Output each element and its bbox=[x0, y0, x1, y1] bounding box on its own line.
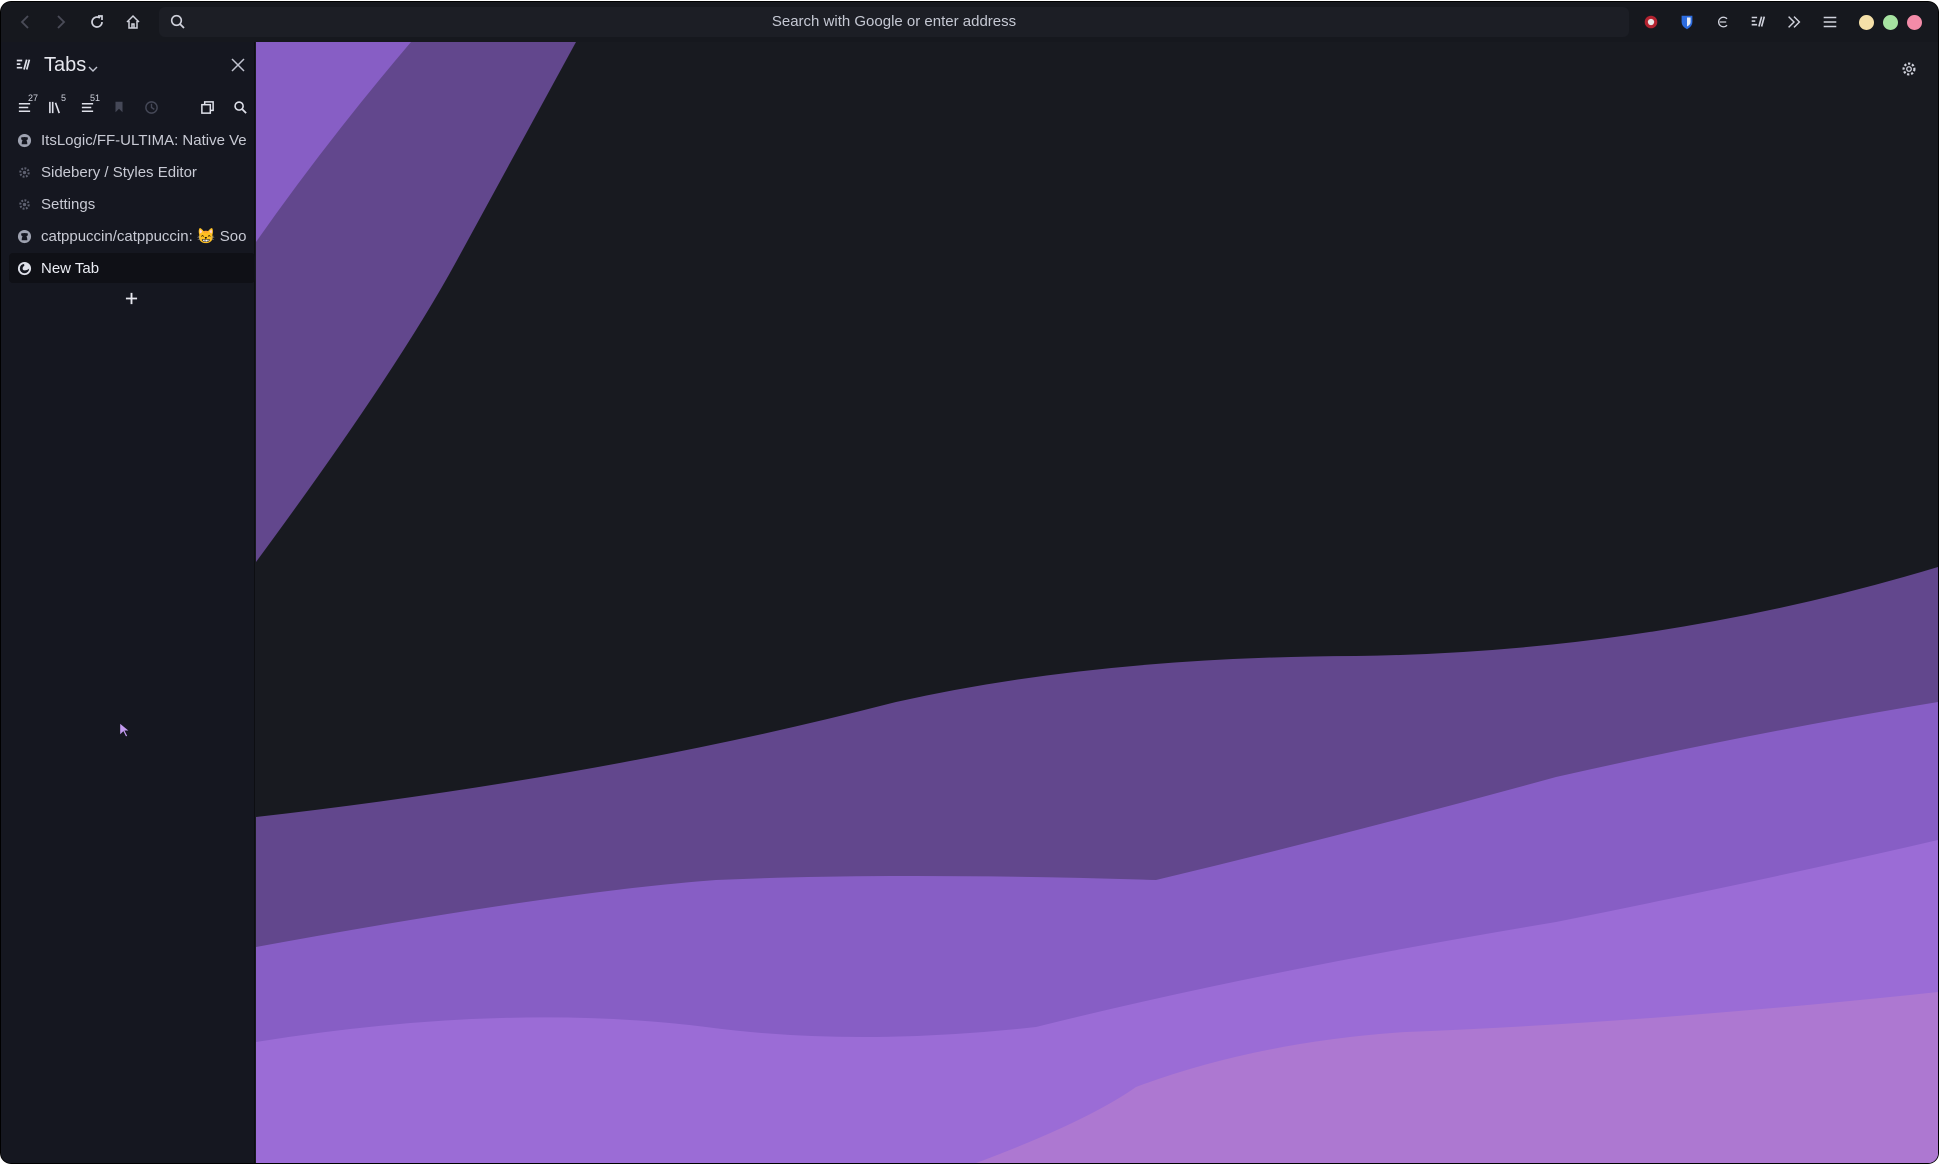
browser-window: Search with Google or enter address Tabs… bbox=[1, 2, 1938, 1163]
tab-item[interactable]: Sidebery / Styles Editor bbox=[9, 157, 255, 187]
forward-button[interactable] bbox=[48, 10, 72, 34]
tab-title: ItsLogic/FF-ULTIMA: Native Ve bbox=[41, 131, 247, 149]
navigation-toolbar: Search with Google or enter address bbox=[1, 2, 1938, 42]
bookmarks-count-badge: 5 bbox=[61, 93, 67, 103]
tab-item[interactable]: ItsLogic/FF-ULTIMA: Native Ve bbox=[9, 125, 255, 155]
history-list-panel-button[interactable]: 51 bbox=[77, 93, 100, 117]
new-tab-button[interactable] bbox=[121, 288, 141, 308]
windows-icon bbox=[200, 100, 214, 114]
github-icon bbox=[15, 131, 33, 149]
plus-icon bbox=[125, 292, 137, 304]
reload-icon bbox=[91, 15, 103, 28]
home-button[interactable] bbox=[121, 10, 145, 34]
chevron-down-icon[interactable] bbox=[87, 60, 99, 72]
sidebar-title[interactable]: Tabs bbox=[44, 54, 86, 77]
search-icon bbox=[233, 100, 247, 114]
bookmark-icon bbox=[115, 101, 123, 113]
customize-settings-button[interactable] bbox=[1900, 60, 1920, 80]
bookmarks-panel-button[interactable]: 5 bbox=[45, 93, 66, 117]
gear-icon bbox=[15, 163, 33, 181]
tab-title: catppuccin/catppuccin: 😸 Soo bbox=[41, 228, 247, 245]
sidebery-icon bbox=[15, 56, 35, 76]
hamburger-menu-icon[interactable] bbox=[1820, 12, 1840, 32]
pinned-panel-button[interactable] bbox=[109, 97, 129, 117]
sidebery-sidebar: Tabs 27 5 51 ItsLogic/FF-ULTIMA: Native … bbox=[1, 42, 255, 1163]
gear-icon bbox=[1902, 62, 1916, 76]
mouse-cursor-icon bbox=[119, 722, 131, 742]
sidebar-panel-switcher: 27 5 51 bbox=[1, 90, 254, 124]
tabs-panel-button[interactable]: 27 bbox=[14, 93, 38, 117]
tab-title: Sidebery / Styles Editor bbox=[41, 163, 197, 181]
tab-item[interactable]: Settings bbox=[9, 189, 255, 219]
extension-icon[interactable] bbox=[1713, 12, 1733, 32]
recent-panel-button[interactable] bbox=[141, 97, 161, 117]
tabs-count-badge: 27 bbox=[28, 93, 39, 103]
back-button[interactable] bbox=[14, 10, 38, 34]
ublock-icon[interactable] bbox=[1641, 12, 1661, 32]
tab-title: Settings bbox=[41, 195, 96, 213]
chevrons-right-icon[interactable] bbox=[1784, 12, 1804, 32]
firefox-icon bbox=[15, 259, 33, 277]
github-icon bbox=[15, 227, 33, 245]
maximize-button[interactable] bbox=[1883, 15, 1898, 30]
chevron-left-icon bbox=[20, 15, 29, 29]
close-icon[interactable] bbox=[230, 57, 246, 73]
list-count-badge: 51 bbox=[90, 93, 101, 103]
gear-icon bbox=[15, 195, 33, 213]
chevron-right-icon bbox=[57, 15, 66, 29]
sidebery-icon[interactable] bbox=[1748, 12, 1768, 32]
tab-item[interactable]: catppuccin/catppuccin: 😸 Soo bbox=[9, 221, 255, 251]
minimize-button[interactable] bbox=[1859, 15, 1874, 30]
reload-button[interactable] bbox=[85, 10, 109, 34]
sidebar-header: Tabs bbox=[1, 42, 254, 90]
url-placeholder: Search with Google or enter address bbox=[771, 13, 1017, 30]
tab-item-active[interactable]: New Tab bbox=[9, 253, 255, 283]
clock-icon bbox=[144, 100, 158, 114]
home-icon bbox=[126, 14, 140, 29]
bitwarden-icon[interactable] bbox=[1677, 12, 1697, 32]
tab-title: New Tab bbox=[41, 259, 100, 277]
url-bar[interactable]: Search with Google or enter address bbox=[159, 7, 1629, 37]
new-tab-page bbox=[256, 42, 1938, 1163]
wallpaper-waves bbox=[256, 42, 1938, 1163]
collapse-all-button[interactable] bbox=[197, 97, 217, 117]
sidebar-search-button[interactable] bbox=[230, 97, 250, 117]
close-window-button[interactable] bbox=[1907, 15, 1922, 30]
